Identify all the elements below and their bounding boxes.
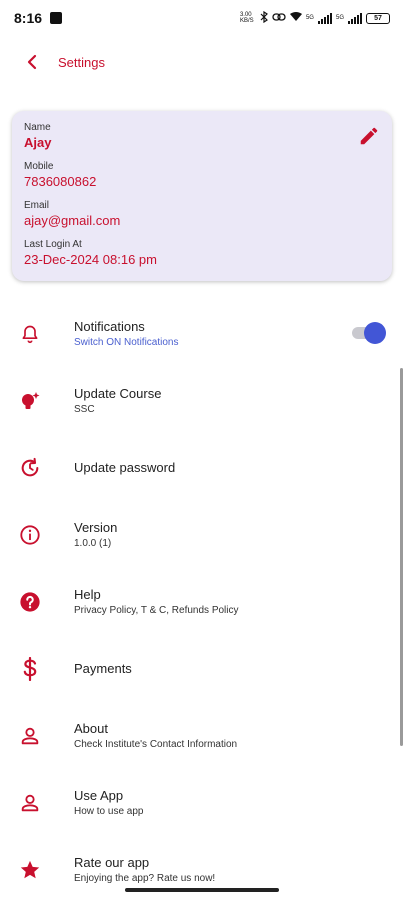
notification-app-icon bbox=[50, 12, 63, 24]
rate-app-text: Rate our app Enjoying the app? Rate us n… bbox=[74, 854, 215, 886]
network-speed: 3.00 KB/S bbox=[239, 12, 254, 24]
about-subtitle: Check Institute's Contact Information bbox=[74, 738, 238, 750]
dollar-icon bbox=[18, 656, 42, 681]
name-label: Name bbox=[24, 122, 51, 133]
update-course-subtitle: SSC bbox=[74, 403, 95, 415]
toggle-thumb bbox=[364, 322, 386, 344]
profile-card: Name Ajay Mobile 7836080862 Email ajay@g… bbox=[12, 111, 392, 281]
scrollbar[interactable] bbox=[400, 368, 403, 746]
person-icon bbox=[18, 791, 42, 815]
payments-text: Payments bbox=[74, 660, 132, 677]
lightbulb-icon bbox=[18, 389, 42, 413]
payments-title: Payments bbox=[74, 661, 132, 676]
update-course-title: Update Course bbox=[74, 385, 162, 401]
settings-item-help[interactable]: Help Privacy Policy, T & C, Refunds Poli… bbox=[0, 568, 404, 635]
network-type-2: 5G bbox=[335, 15, 344, 21]
back-button[interactable] bbox=[20, 50, 44, 74]
settings-item-payments[interactable]: Payments bbox=[0, 635, 404, 702]
settings-item-rate-app[interactable]: Rate our app Enjoying the app? Rate us n… bbox=[0, 836, 404, 903]
battery-icon: 57 bbox=[366, 12, 390, 24]
about-title: About bbox=[74, 720, 108, 736]
settings-item-version[interactable]: Version 1.0.0 (1) bbox=[0, 501, 404, 568]
email-value: ajay@gmail.com bbox=[24, 213, 121, 228]
chevron-left-icon bbox=[27, 54, 37, 70]
help-title: Help bbox=[74, 586, 101, 602]
network-type-1: 5G bbox=[305, 15, 314, 21]
lock-reset-icon bbox=[18, 456, 42, 480]
settings-item-notifications[interactable]: Notifications Switch ON Notifications bbox=[0, 300, 404, 367]
person-icon bbox=[18, 724, 42, 748]
notifications-text: Notifications Switch ON Notifications bbox=[74, 318, 178, 350]
settings-item-update-password[interactable]: Update password bbox=[0, 434, 404, 501]
app-bar: Settings bbox=[0, 40, 404, 84]
update-course-text: Update Course SSC bbox=[74, 385, 161, 417]
battery-level: 57 bbox=[374, 14, 382, 22]
signal-1-icon bbox=[317, 12, 332, 24]
rate-app-title: Rate our app bbox=[74, 854, 150, 870]
last-login-label: Last Login At bbox=[24, 239, 82, 250]
version-title: Version bbox=[74, 519, 118, 535]
status-left: 8:16 bbox=[14, 10, 63, 26]
version-subtitle: 1.0.0 (1) bbox=[74, 537, 112, 549]
notifications-title: Notifications bbox=[74, 318, 145, 334]
info-icon bbox=[18, 523, 42, 547]
settings-item-about[interactable]: About Check Institute's Contact Informat… bbox=[0, 702, 404, 769]
notifications-toggle[interactable] bbox=[352, 321, 386, 345]
update-password-title: Update password bbox=[74, 460, 176, 475]
signal-2-icon bbox=[348, 12, 362, 24]
update-password-text: Update password bbox=[74, 459, 175, 476]
bluetooth-icon bbox=[260, 10, 268, 25]
name-value: Ajay bbox=[24, 135, 52, 150]
mobile-label: Mobile bbox=[24, 161, 54, 172]
status-time: 8:16 bbox=[14, 10, 43, 26]
notifications-subtitle: Switch ON Notifications bbox=[74, 336, 179, 348]
edit-profile-button[interactable] bbox=[358, 125, 380, 147]
rate-app-subtitle: Enjoying the app? Rate us now! bbox=[74, 872, 216, 884]
settings-list: Notifications Switch ON Notifications Up… bbox=[0, 300, 404, 903]
home-indicator[interactable] bbox=[125, 888, 279, 892]
star-icon bbox=[18, 858, 42, 882]
help-subtitle: Privacy Policy, T & C, Refunds Policy bbox=[74, 604, 239, 616]
settings-item-use-app[interactable]: Use App How to use app bbox=[0, 769, 404, 836]
link-icon bbox=[272, 12, 286, 24]
version-text: Version 1.0.0 (1) bbox=[74, 519, 117, 551]
use-app-title: Use App bbox=[74, 787, 124, 803]
mobile-value: 7836080862 bbox=[24, 174, 97, 189]
status-bar: 8:16 3.00 KB/S 5G 5G 57 bbox=[0, 0, 404, 36]
use-app-text: Use App How to use app bbox=[74, 787, 144, 819]
use-app-subtitle: How to use app bbox=[74, 805, 144, 817]
email-label: Email bbox=[24, 200, 50, 211]
status-right: 3.00 KB/S 5G 5G 57 bbox=[239, 10, 390, 25]
pencil-icon bbox=[360, 127, 378, 145]
wifi-icon bbox=[289, 12, 302, 24]
page-title: Settings bbox=[58, 54, 105, 70]
settings-item-update-course[interactable]: Update Course SSC bbox=[0, 367, 404, 434]
help-circle-icon bbox=[18, 590, 42, 614]
about-text: About Check Institute's Contact Informat… bbox=[74, 720, 237, 752]
help-text: Help Privacy Policy, T & C, Refunds Poli… bbox=[74, 586, 239, 618]
last-login-value: 23-Dec-2024 08:16 pm bbox=[24, 252, 157, 267]
bell-icon bbox=[18, 322, 42, 346]
